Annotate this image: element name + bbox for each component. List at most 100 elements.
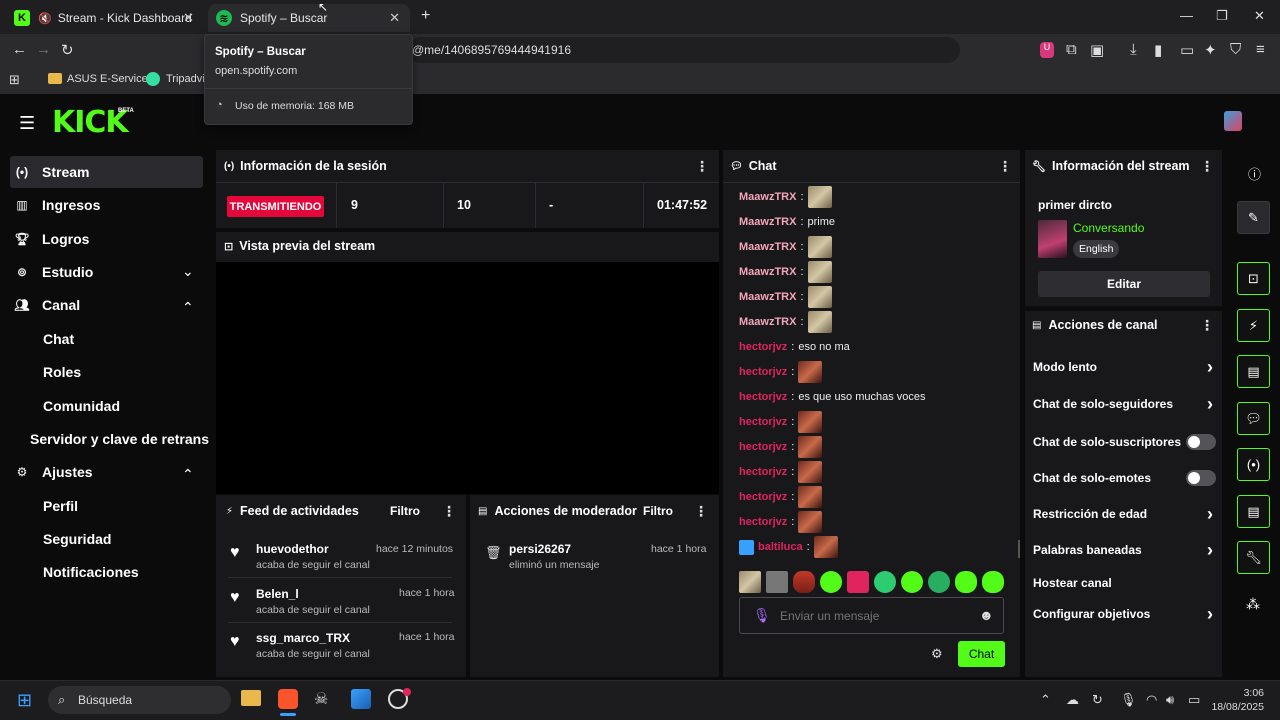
sidebar-subitem-seguridad[interactable]: Seguridad: [43, 531, 111, 547]
emote-icon[interactable]: [847, 571, 869, 593]
emote-icon[interactable]: [766, 571, 788, 593]
connections-icon[interactable]: ⁂: [1246, 596, 1260, 613]
extensions-icon[interactable]: ⧉: [1066, 41, 1077, 58]
close-window-icon[interactable]: ✕: [1254, 8, 1265, 24]
tab-kick-dashboard[interactable]: K 🔇 Stream - Kick Dashboard ✕: [6, 4, 204, 32]
back-icon[interactable]: ←: [12, 41, 27, 58]
onedrive-icon[interactable]: ☁: [1066, 692, 1079, 708]
rail-activity-button[interactable]: ⚡︎: [1237, 309, 1270, 342]
chat-input-box[interactable]: 🎙︎ ☻: [739, 597, 1004, 634]
menu-icon[interactable]: ≡: [1256, 41, 1265, 58]
emote-icon[interactable]: [739, 571, 761, 593]
channel-action-row[interactable]: Restricción de edad ›: [1033, 505, 1213, 523]
chat-username[interactable]: hectorjvz: [739, 416, 787, 428]
rail-edit-button[interactable]: ✎: [1237, 201, 1270, 234]
toggle-switch[interactable]: [1186, 470, 1216, 486]
sidebar-subitem-notificaciones[interactable]: Notificaciones: [43, 564, 139, 580]
mic-tray-icon[interactable]: 🎙︎: [1120, 692, 1137, 708]
sidebar-item-estudio[interactable]: ⊚ Estudio: [14, 264, 93, 280]
windows-start-icon[interactable]: ⊞: [17, 690, 32, 711]
maximize-icon[interactable]: ❐: [1216, 8, 1228, 24]
emote-icon[interactable]: [955, 571, 977, 593]
brave-browser-icon[interactable]: [278, 689, 298, 709]
sidebar-item-ingresos[interactable]: ▥ Ingresos: [14, 197, 100, 213]
feed-filter-button[interactable]: Filtro: [390, 504, 420, 518]
rail-info-button[interactable]: 🔧︎: [1237, 541, 1270, 574]
chat-settings-gear-icon[interactable]: ⚙: [931, 646, 943, 662]
kebab-menu-icon[interactable]: ⋮: [695, 158, 709, 175]
user-avatar[interactable]: [1224, 111, 1242, 131]
chat-username[interactable]: hectorjvz: [739, 441, 787, 453]
channel-action-row[interactable]: Chat de solo-seguidores ›: [1033, 395, 1213, 413]
brave-shield-icon[interactable]: U: [1040, 42, 1054, 58]
leo-ai-icon[interactable]: ✦: [1204, 41, 1217, 59]
feed-user[interactable]: huevodethor: [256, 542, 329, 556]
mod-filter-button[interactable]: Filtro: [643, 504, 673, 518]
chat-username[interactable]: MaawzTRX: [739, 216, 796, 228]
kebab-menu-icon[interactable]: ⋮: [442, 503, 456, 520]
close-tab-icon[interactable]: ✕: [183, 10, 194, 26]
rail-mod-button[interactable]: ▤: [1237, 355, 1270, 388]
channel-action-row[interactable]: Hostear canal: [1033, 576, 1213, 590]
kick-logo[interactable]: KICK: [52, 105, 129, 140]
volume-icon[interactable]: 🔊︎: [1166, 692, 1174, 708]
chat-username[interactable]: MaawzTRX: [739, 291, 796, 303]
chat-username[interactable]: MaawzTRX: [739, 316, 796, 328]
rail-actions-button[interactable]: ▤: [1237, 495, 1270, 528]
chat-scrollbar[interactable]: [1018, 540, 1020, 558]
chat-username[interactable]: hectorjvz: [739, 391, 787, 403]
kebab-menu-icon[interactable]: ⋮: [1200, 158, 1214, 175]
stream-category[interactable]: Conversando: [1073, 221, 1144, 235]
emote-icon[interactable]: [901, 571, 923, 593]
tab-spotify[interactable]: ≋ Spotify – Buscar ✕: [208, 4, 410, 32]
emote-icon[interactable]: [982, 571, 1004, 593]
sidebar-subitem-comunidad[interactable]: Comunidad: [43, 398, 120, 414]
sidebar-item-stream[interactable]: (•) Stream: [14, 164, 90, 180]
sidebar-item-servidor[interactable]: Servidor y clave de retrans: [30, 431, 209, 447]
info-icon[interactable]: ⓘ: [1248, 164, 1261, 183]
new-tab-plus-icon[interactable]: +: [421, 7, 430, 25]
chat-username[interactable]: hectorjvz: [739, 516, 787, 528]
chat-username[interactable]: hectorjvz: [739, 366, 787, 378]
rail-preview-button[interactable]: ⊡: [1237, 262, 1270, 295]
rail-chat-button[interactable]: 💬︎: [1237, 402, 1270, 435]
emote-icon[interactable]: [820, 571, 842, 593]
hamburger-menu-icon[interactable]: ☰: [19, 113, 35, 134]
emoji-picker-icon[interactable]: ☻: [979, 607, 994, 623]
sidebar-subitem-chat[interactable]: Chat: [43, 331, 74, 347]
clock[interactable]: 3:06 18/08/2025: [1208, 686, 1264, 714]
reload-icon[interactable]: ↻: [61, 41, 74, 59]
reader-icon[interactable]: ▣: [1090, 41, 1104, 59]
download-icon[interactable]: ⤓: [1130, 41, 1137, 58]
mod-user[interactable]: persi26267: [509, 542, 571, 556]
chevron-up-icon[interactable]: ⌃: [182, 299, 194, 316]
forward-icon[interactable]: →: [36, 41, 51, 58]
emote-icon[interactable]: [793, 571, 815, 593]
sidebar-item-ajustes[interactable]: ⚙ Ajustes: [14, 464, 93, 480]
ms-store-icon[interactable]: [351, 689, 371, 709]
skull-app-icon[interactable]: ☠: [314, 689, 328, 709]
apps-grid-icon[interactable]: ⊞: [9, 72, 20, 88]
close-tab-icon[interactable]: ✕: [389, 10, 400, 26]
sidebar-subitem-perfil[interactable]: Perfil: [43, 498, 78, 514]
chat-username[interactable]: hectorjvz: [739, 466, 787, 478]
feed-user[interactable]: ssg_marco_TRX: [256, 631, 350, 645]
battery-icon[interactable]: ▭: [1188, 692, 1200, 708]
chat-username[interactable]: MaawzTRX: [739, 241, 796, 253]
sidebar-item-canal[interactable]: 👥︎ Canal: [14, 297, 80, 313]
kebab-menu-icon[interactable]: ⋮: [694, 503, 708, 520]
chat-username[interactable]: MaawzTRX: [739, 191, 796, 203]
channel-action-row[interactable]: Chat de solo-suscriptores: [1033, 434, 1216, 450]
chat-input[interactable]: [780, 606, 970, 626]
sync-icon[interactable]: ↻: [1092, 692, 1103, 708]
file-explorer-icon[interactable]: [241, 690, 261, 706]
stream-preview-video[interactable]: [216, 262, 719, 494]
microphone-icon[interactable]: 🎙︎: [753, 607, 771, 624]
chevron-up-icon[interactable]: ⌃: [182, 466, 194, 483]
address-bar[interactable]: @me/1406895769444941916: [408, 37, 960, 63]
minimize-icon[interactable]: —: [1180, 8, 1193, 23]
vpn-shield-icon[interactable]: ⛉: [1230, 41, 1241, 58]
channel-action-row[interactable]: Palabras baneadas ›: [1033, 541, 1213, 559]
chat-username[interactable]: hectorjvz: [739, 491, 787, 503]
wifi-icon[interactable]: ◠: [1146, 692, 1157, 708]
